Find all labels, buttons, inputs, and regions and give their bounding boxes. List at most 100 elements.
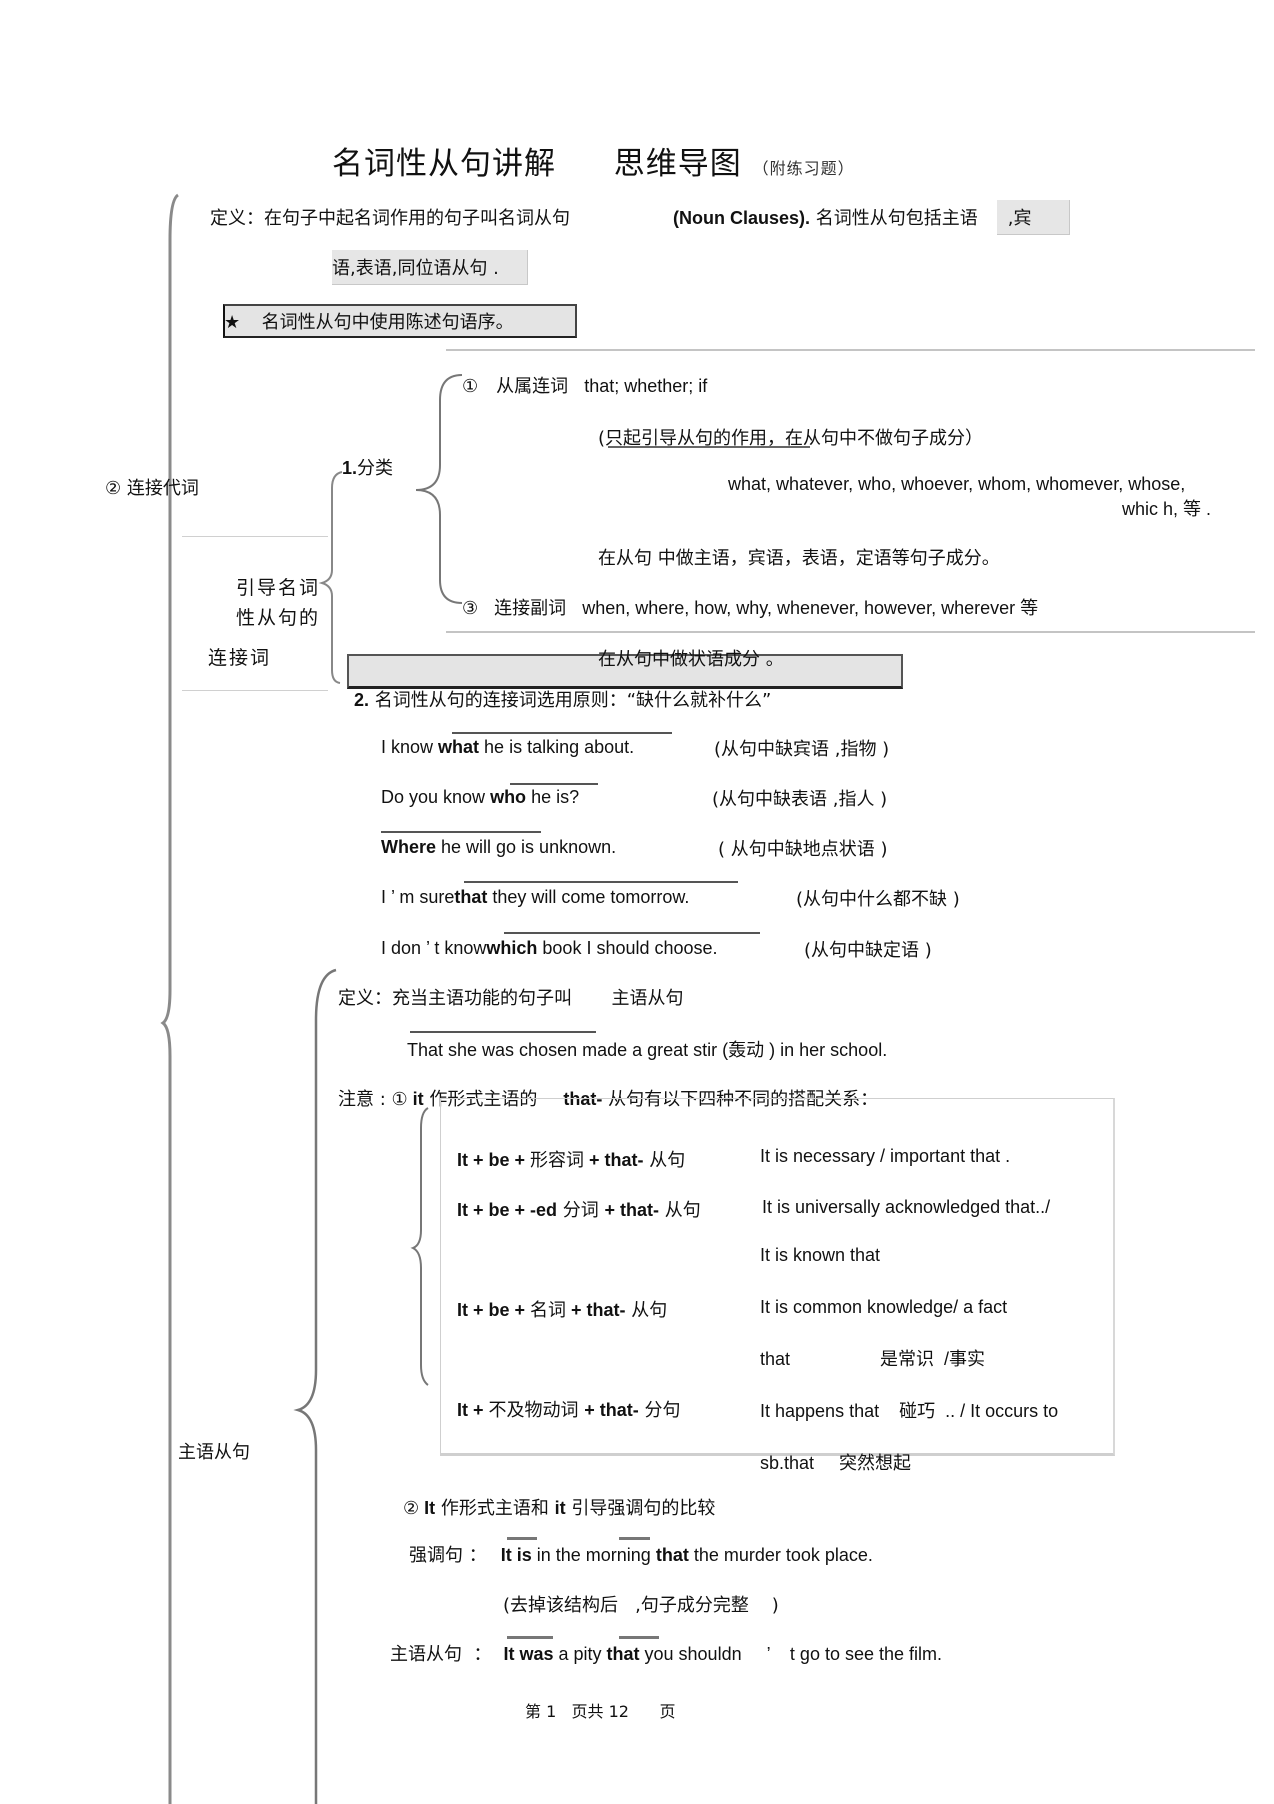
emphasis-keyword: It is xyxy=(500,1545,532,1565)
formula-part: + that- xyxy=(584,1150,644,1170)
pattern-example-3: It is common knowledge/ a fact xyxy=(760,1297,1008,1317)
example-text: book I should choose. xyxy=(537,938,718,958)
formula-part: It + be + xyxy=(457,1150,531,1170)
principle-note-3: ( 从句中缺地点状语 ) xyxy=(718,839,888,860)
classification-text: 分类 xyxy=(357,458,394,479)
underline xyxy=(619,1537,650,1540)
note-mid: 作形式主语和 xyxy=(435,1498,555,1519)
definition-prefix: 定义：充当主语功能的句子叫 xyxy=(338,988,572,1009)
formula-part: 从句 xyxy=(659,1200,701,1221)
note-emphasis-comparison: ② It 作形式主语和 it 引导强调句的比较 xyxy=(403,1494,715,1520)
connectives-brace xyxy=(318,471,343,684)
noun-clauses-term: (Noun Clauses). xyxy=(673,208,811,228)
formula-part: 从句 xyxy=(625,1300,668,1321)
formula-part: 分词 xyxy=(557,1200,605,1221)
pattern-formula-4: It + 不及物动词 + that- 分句 xyxy=(457,1396,681,1422)
star-icon: ★ xyxy=(224,312,241,333)
subject-example-label: 主语从句 ： xyxy=(390,1644,492,1665)
emphasis-example: 强调句 ： It is in the morning that the murde… xyxy=(409,1541,873,1567)
note-suffix: 引导强调句的比较 xyxy=(565,1498,716,1519)
page-footer: 第 1 页共 12 页 xyxy=(525,1702,676,1721)
example-keyword: who xyxy=(490,787,527,807)
title-note: （附练习题） xyxy=(752,159,855,178)
principle-note-5: (从句中缺定语 ) xyxy=(804,940,932,961)
definition-highlight-end: ,宾 xyxy=(1007,208,1032,229)
example-keyword: that xyxy=(454,887,488,907)
formula-part: + that- xyxy=(604,1200,659,1220)
adverbs-label: 连接副词 xyxy=(494,598,567,619)
pattern-example-2b: It is known that xyxy=(760,1245,881,1265)
subject-clause-brace xyxy=(293,968,337,1804)
principle-note-4: (从句中什么都不缺 ) xyxy=(796,889,960,910)
example-text: Do you know xyxy=(381,787,491,807)
marker-3: ③ xyxy=(462,598,479,619)
subject-clause-definition: 定义：充当主语功能的句子叫 主语从句 xyxy=(338,984,683,1010)
emphasis-text: the murder took place. xyxy=(688,1545,873,1565)
star-note-text: 名词性从句中使用陈述句语序。 xyxy=(261,312,514,333)
note-it: It xyxy=(419,1498,436,1518)
subject-example-text: you shouldn ’ t go to see the film. xyxy=(639,1644,943,1664)
subject-example-keyword: that xyxy=(606,1644,640,1664)
principle-note-1: (从句中缺宾语 ,指物 ) xyxy=(714,739,890,760)
classification-num: 1. xyxy=(342,458,358,478)
principle-text: 名词性从句的连接词选用原则：“缺什么就补什么” xyxy=(369,690,772,711)
pronoun-words-cont: whic h, 等 . xyxy=(1122,499,1212,519)
underline xyxy=(464,881,738,883)
definition-english-line: (Noun Clauses). 名词性从句包括主语 ,宾 xyxy=(673,204,1031,230)
example-keyword: which xyxy=(486,938,538,958)
main-brace xyxy=(160,193,180,1804)
subordinating-conjunctions: ① 从属连词 that; whether; if xyxy=(462,372,707,398)
definition-suffix: 名词性从句包括主语 xyxy=(810,208,978,229)
note-prefix: 注意 : ① xyxy=(338,1089,408,1110)
subject-clause-label: 主语从句 xyxy=(178,1442,250,1463)
section-line-bottom xyxy=(446,631,1255,633)
marker-1: ① xyxy=(462,376,479,397)
subject-example-text: a pity xyxy=(553,1644,607,1664)
underline xyxy=(507,1537,537,1540)
pronoun-note: 在从句 中做主语，宾语，表语，定语等句子成分。 xyxy=(598,548,1000,569)
classification-label: 1.分类 xyxy=(342,454,393,480)
formula-part: 从句 xyxy=(643,1150,686,1171)
pattern-formula-3: It + be + 名词 + that- 从句 xyxy=(457,1296,667,1322)
title-main: 名词性从句讲解 xyxy=(332,146,556,182)
principle-example-3: Where he will go is unknown. xyxy=(381,837,616,858)
emphasis-keyword: that xyxy=(655,1545,689,1565)
star-note: ★ 名词性从句中使用陈述句语序。 xyxy=(224,308,514,334)
underline xyxy=(504,932,760,934)
underline xyxy=(608,446,810,448)
patterns-brace xyxy=(410,1107,429,1386)
principle-note-2: (从句中缺表语 ,指人 ) xyxy=(712,789,888,810)
adverbs-words: when, where, how, why, whenever, however… xyxy=(582,598,1039,618)
note-prefix: ② xyxy=(403,1498,420,1519)
emphasis-label: 强调句 ： xyxy=(409,1545,487,1566)
formula-part: + that- xyxy=(584,1400,639,1420)
formula-part: 分句 xyxy=(638,1400,681,1421)
note-it: it xyxy=(407,1089,424,1109)
subordinating-words: that; whether; if xyxy=(584,376,708,396)
principle-example-5: I don ’ t knowwhich book I should choose… xyxy=(381,938,718,959)
definition-line: 定义：在句子中起名词作用的句子叫名词从句 xyxy=(210,204,570,230)
pronoun-words: what, whatever, who, whoever, whom, whom… xyxy=(728,474,1186,494)
section-line-top xyxy=(446,349,1255,351)
formula-part: It + be + -ed xyxy=(457,1200,558,1220)
pattern-example-4b: sb.that 突然想起 xyxy=(760,1453,912,1473)
pattern-example-4: It happens that 碰巧 .. / It occurs to xyxy=(760,1401,1059,1421)
side-label-line3: 连接词 xyxy=(208,647,272,669)
subject-example-keyword: It was xyxy=(503,1644,554,1664)
underline xyxy=(381,831,541,833)
principle-num: 2. xyxy=(354,690,370,710)
principle-heading: 2. 名词性从句的连接词选用原则：“缺什么就补什么” xyxy=(354,686,771,712)
example-text: I don ’ t know xyxy=(381,938,487,958)
side-label-line2: 性从句的 xyxy=(236,607,321,629)
underline xyxy=(410,1031,596,1033)
formula-part: 名词 xyxy=(530,1300,567,1321)
example-text: I ’ m sure xyxy=(381,887,455,907)
branch-connective-pronouns: ② 连接代词 xyxy=(105,478,199,499)
underline xyxy=(510,783,598,785)
subordinating-label: 从属连词 xyxy=(496,376,569,397)
divider-line xyxy=(182,536,328,537)
classification-brace xyxy=(415,374,463,604)
title-mindmap: 思维导图 xyxy=(613,146,742,182)
example-text: they will come tomorrow. xyxy=(487,887,690,907)
principle-example-1: I know what he is talking about. xyxy=(381,737,634,758)
